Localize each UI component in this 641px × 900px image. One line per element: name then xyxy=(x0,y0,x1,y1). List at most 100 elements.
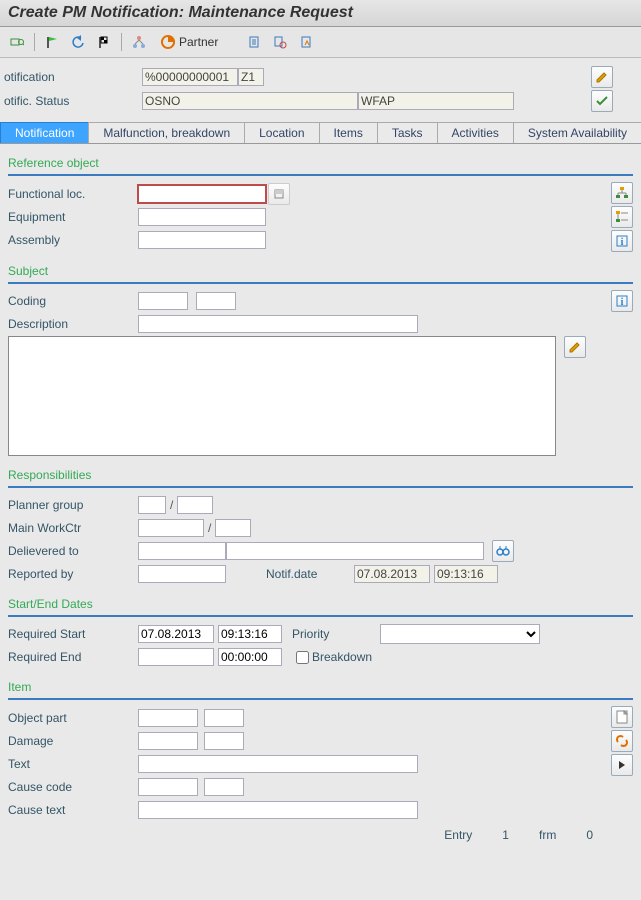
cause-code-b-input[interactable] xyxy=(204,778,244,796)
planner-group-a-input[interactable] xyxy=(138,496,166,514)
info-icon[interactable]: i xyxy=(611,230,633,252)
priority-label: Priority xyxy=(292,627,380,641)
notif-time-field[interactable] xyxy=(434,565,498,583)
cause-code-label: Cause code xyxy=(8,780,138,794)
link-icon[interactable] xyxy=(611,730,633,752)
notification-label: otification xyxy=(4,70,104,84)
equipment-label: Equipment xyxy=(8,210,138,224)
notification-type[interactable] xyxy=(238,68,264,86)
tab-system-availability[interactable]: System Availability xyxy=(513,122,641,143)
flag-icon[interactable] xyxy=(41,31,63,53)
tab-activities[interactable]: Activities xyxy=(437,122,514,143)
section-title: Reference object xyxy=(8,154,633,172)
form-header: otification otific. Status xyxy=(0,58,641,116)
tab-strip: Notification Malfunction, breakdown Loca… xyxy=(0,122,641,144)
document-action-icon[interactable] xyxy=(295,31,317,53)
required-end-date-input[interactable] xyxy=(138,648,214,666)
required-start-date-input[interactable] xyxy=(138,625,214,643)
required-end-time-input[interactable] xyxy=(218,648,282,666)
separator xyxy=(34,33,35,51)
description-label: Description xyxy=(8,317,138,331)
workctr-a-input[interactable] xyxy=(138,519,204,537)
workctr-b-input[interactable] xyxy=(215,519,251,537)
damage-a-input[interactable] xyxy=(138,732,198,750)
partner-button[interactable]: Partner xyxy=(154,31,225,53)
structure-graphic-icon[interactable] xyxy=(611,206,633,228)
functional-loc-input[interactable] xyxy=(138,185,266,203)
create-icon[interactable] xyxy=(611,706,633,728)
section-title: Responsibilities xyxy=(8,466,633,484)
cause-code-a-input[interactable] xyxy=(138,778,198,796)
damage-b-input[interactable] xyxy=(204,732,244,750)
planner-group-label: Planner group xyxy=(8,498,138,512)
section-subject: Subject Coding i Description xyxy=(8,262,633,456)
equipment-input[interactable] xyxy=(138,208,266,226)
status-field[interactable] xyxy=(142,92,358,110)
document-icon[interactable] xyxy=(243,31,265,53)
object-part-a-input[interactable] xyxy=(138,709,198,727)
section-title: Item xyxy=(8,678,633,696)
planner-group-b-input[interactable] xyxy=(177,496,213,514)
f4-help-icon[interactable] xyxy=(268,183,290,205)
delivered-a-input[interactable] xyxy=(138,542,226,560)
item-text-input[interactable] xyxy=(138,755,418,773)
tab-items[interactable]: Items xyxy=(319,122,378,143)
edit-icon[interactable] xyxy=(591,66,613,88)
breakdown-checkbox[interactable] xyxy=(296,651,309,664)
checkered-flag-icon[interactable] xyxy=(93,31,115,53)
check-icon[interactable] xyxy=(591,90,613,112)
breakdown-label: Breakdown xyxy=(312,650,372,664)
coding-b-input[interactable] xyxy=(196,292,236,310)
entry-counter: Entry 1 frm 0 xyxy=(8,822,633,844)
required-end-label: Required End xyxy=(8,650,138,664)
object-part-label: Object part xyxy=(8,711,138,725)
undo-icon[interactable] xyxy=(67,31,89,53)
next-icon[interactable] xyxy=(611,754,633,776)
tab-malfunction[interactable]: Malfunction, breakdown xyxy=(88,122,245,143)
document-config-icon[interactable] xyxy=(269,31,291,53)
cause-text-label: Cause text xyxy=(8,803,138,817)
section-start-end-dates: Start/End Dates Required Start Priority … xyxy=(8,595,633,668)
required-start-time-input[interactable] xyxy=(218,625,282,643)
required-start-label: Required Start xyxy=(8,627,138,641)
section-item: Item Object part Damage Text Cause code xyxy=(8,678,633,844)
assembly-input[interactable] xyxy=(138,231,266,249)
separator xyxy=(121,33,122,51)
reported-by-label: Reported by xyxy=(8,567,138,581)
section-title: Start/End Dates xyxy=(8,595,633,613)
tab-notification[interactable]: Notification xyxy=(0,122,89,143)
long-text-input[interactable] xyxy=(8,336,556,456)
cause-text-input[interactable] xyxy=(138,801,418,819)
notif-date-label: Notif.date xyxy=(266,567,354,581)
structure-list-icon[interactable] xyxy=(611,182,633,204)
reported-by-input[interactable] xyxy=(138,565,226,583)
main-workctr-label: Main WorkCtr xyxy=(8,521,138,535)
window-title: Create PM Notification: Maintenance Requ… xyxy=(0,0,641,27)
tab-tasks[interactable]: Tasks xyxy=(377,122,438,143)
functional-loc-label: Functional loc. xyxy=(8,187,138,201)
partner-label: Partner xyxy=(179,35,218,49)
damage-label: Damage xyxy=(8,734,138,748)
svg-text:i: i xyxy=(621,297,624,308)
binoculars-icon[interactable] xyxy=(492,540,514,562)
edit-icon[interactable] xyxy=(564,336,586,358)
priority-select[interactable] xyxy=(380,624,540,644)
coding-a-input[interactable] xyxy=(138,292,188,310)
text-label: Text xyxy=(8,757,138,771)
section-title: Subject xyxy=(8,262,633,280)
delivered-b-input[interactable] xyxy=(226,542,484,560)
tab-location[interactable]: Location xyxy=(244,122,319,143)
hierarchy-icon[interactable] xyxy=(128,31,150,53)
section-reference-object: Reference object Functional loc. Equipme… xyxy=(8,154,633,252)
status-proc-field[interactable] xyxy=(358,92,514,110)
notif-date-field[interactable] xyxy=(354,565,430,583)
status-label: otific. Status xyxy=(4,94,104,108)
object-part-b-input[interactable] xyxy=(204,709,244,727)
coding-label: Coding xyxy=(8,294,138,308)
delivered-to-label: Delievered to xyxy=(8,544,138,558)
notification-number[interactable] xyxy=(142,68,238,86)
description-input[interactable] xyxy=(138,315,418,333)
info-icon[interactable]: i xyxy=(611,290,633,312)
partner-icon xyxy=(161,35,175,49)
detail-view-icon[interactable] xyxy=(6,31,28,53)
